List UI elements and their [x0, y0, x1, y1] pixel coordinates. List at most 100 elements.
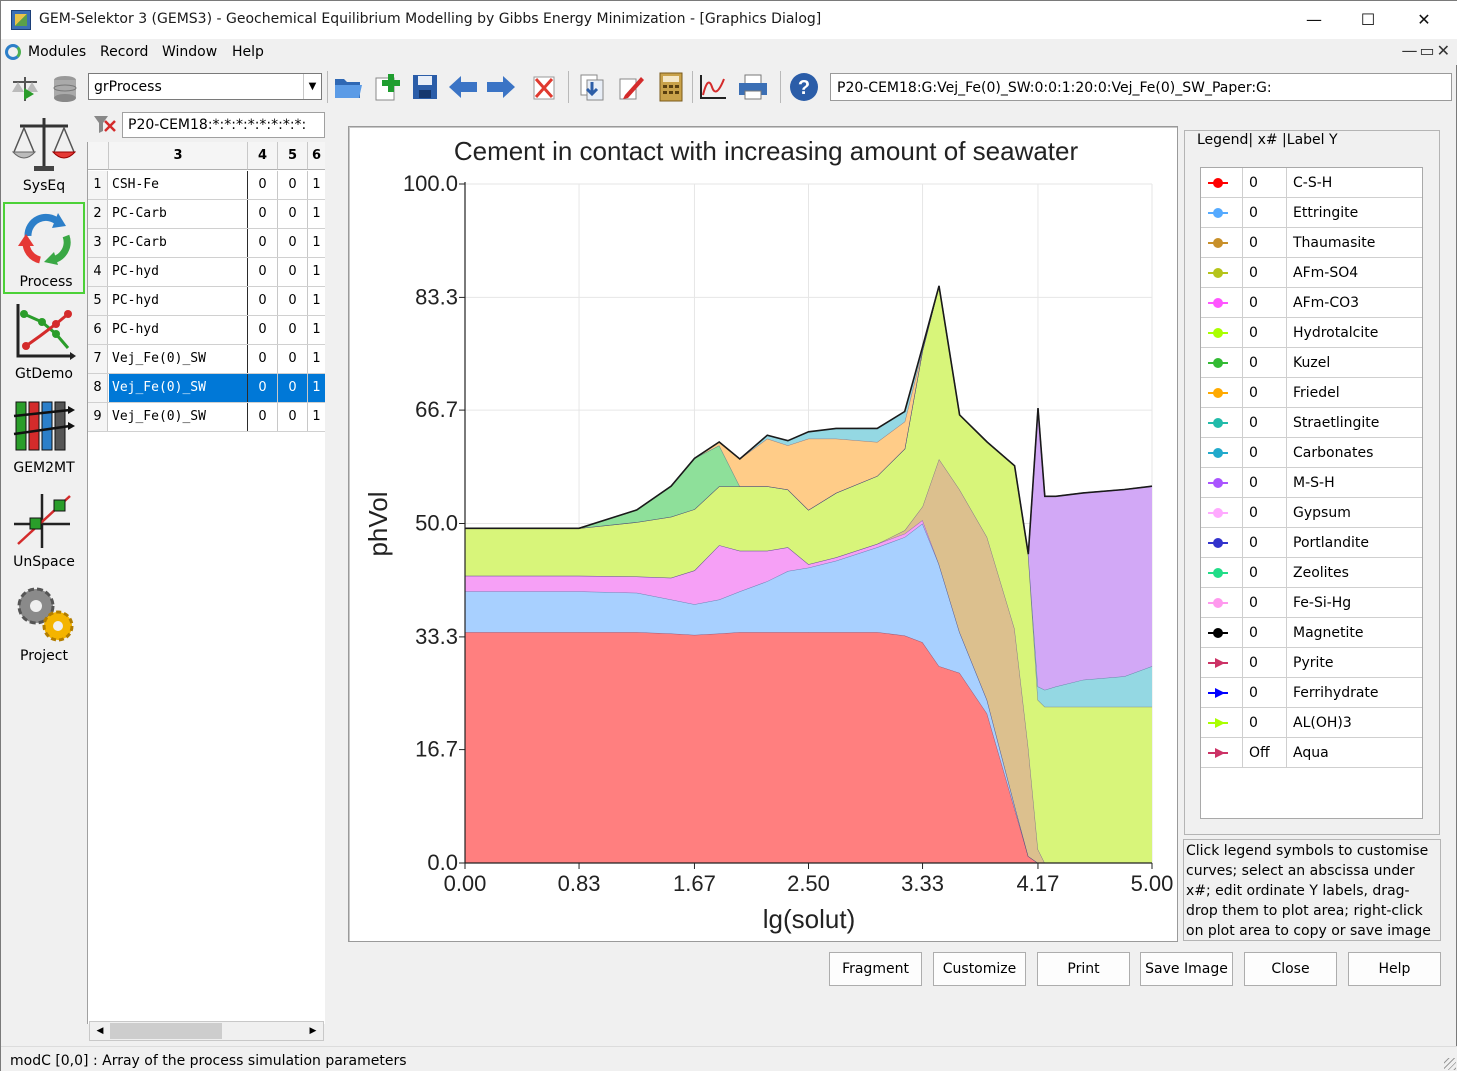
record-name-cell[interactable]: Vej_Fe(0)_SW — [109, 374, 248, 402]
legend-table[interactable]: 0 C-S-H 0 Ettringite 0 Thaumasite 0 AFm-SO4 0 AFm… — [1200, 167, 1423, 819]
record-value-cell[interactable]: 0 — [278, 403, 308, 431]
close-button[interactable]: Close — [1244, 952, 1337, 986]
legend-abscissa[interactable]: 0 — [1244, 618, 1287, 648]
record-name-cell[interactable]: Vej_Fe(0)_SW — [109, 403, 248, 431]
database-icon[interactable] — [49, 73, 81, 105]
table-row[interactable]: 3 PC-Carb 0 0 1 — [88, 229, 325, 258]
corner-header[interactable] — [88, 142, 109, 170]
legend-label[interactable]: AFm-CO3 — [1288, 288, 1421, 318]
legend-label[interactable]: Ferrihydrate — [1288, 678, 1421, 708]
record-value-cell[interactable]: 1 — [308, 403, 325, 431]
legend-abscissa[interactable]: 0 — [1244, 678, 1287, 708]
record-value-cell[interactable]: 1 — [308, 374, 325, 402]
legend-row[interactable]: 0 Portlandite — [1201, 528, 1422, 558]
legend-symbol[interactable] — [1201, 678, 1243, 708]
record-name-cell[interactable]: Vej_Fe(0)_SW — [109, 345, 248, 373]
legend-symbol[interactable] — [1201, 618, 1243, 648]
print-button[interactable]: Print — [1037, 952, 1130, 986]
legend-label[interactable]: Kuzel — [1288, 348, 1421, 378]
record-value-cell[interactable]: 0 — [248, 171, 278, 199]
legend-label[interactable]: Aqua — [1288, 738, 1421, 768]
table-row[interactable]: 4 PC-hyd 0 0 1 — [88, 258, 325, 287]
legend-abscissa[interactable]: 0 — [1244, 168, 1287, 198]
legend-label[interactable]: Thaumasite — [1288, 228, 1421, 258]
table-row[interactable]: 2 PC-Carb 0 0 1 — [88, 200, 325, 229]
minimize-button[interactable]: — — [1291, 1, 1337, 39]
record-filter-field[interactable]: P20-CEM18:*:*:*:*:*:*:*:*: — [122, 112, 325, 138]
legend-symbol[interactable] — [1201, 588, 1243, 618]
legend-label[interactable]: M-S-H — [1288, 468, 1421, 498]
module-project[interactable]: Project — [3, 578, 85, 670]
legend-row[interactable]: Off Aqua — [1201, 738, 1422, 768]
legend-symbol[interactable] — [1201, 468, 1243, 498]
row-number[interactable]: 3 — [88, 229, 108, 257]
row-number[interactable]: 4 — [88, 258, 108, 286]
edit-icon[interactable] — [615, 71, 647, 103]
legend-symbol[interactable] — [1201, 528, 1243, 558]
legend-symbol[interactable] — [1201, 408, 1243, 438]
record-name-cell[interactable]: PC-hyd — [109, 287, 248, 315]
open-folder-icon[interactable] — [332, 71, 364, 103]
record-value-cell[interactable]: 0 — [248, 287, 278, 315]
legend-row[interactable]: 0 Zeolites — [1201, 558, 1422, 588]
scroll-thumb[interactable] — [110, 1023, 222, 1039]
record-value-cell[interactable]: 1 — [308, 258, 325, 286]
horizontal-scrollbar[interactable]: ◀ ▶ — [89, 1021, 324, 1041]
legend-row[interactable]: 0 Friedel — [1201, 378, 1422, 408]
legend-row[interactable]: 0 Kuzel — [1201, 348, 1422, 378]
row-number[interactable]: 1 — [88, 171, 108, 199]
legend-label[interactable]: Hydrotalcite — [1288, 318, 1421, 348]
import-icon[interactable] — [576, 71, 608, 103]
legend-label[interactable]: Fe-Si-Hg — [1288, 588, 1421, 618]
fragment-button[interactable]: Fragment — [829, 952, 922, 986]
help-button[interactable]: Help — [1348, 952, 1441, 986]
module-process[interactable]: Process — [3, 202, 85, 294]
legend-abscissa[interactable]: 0 — [1244, 348, 1287, 378]
record-value-cell[interactable]: 1 — [308, 345, 325, 373]
record-grid[interactable]: 3 4 5 6 1 CSH-Fe 0 0 1 2 PC-Carb 0 0 1 3 PC-Carb 0 0 1… — [87, 142, 325, 1024]
legend-row[interactable]: 0 M-S-H — [1201, 468, 1422, 498]
legend-abscissa[interactable]: 0 — [1244, 318, 1287, 348]
record-value-cell[interactable]: 0 — [278, 229, 308, 257]
legend-label[interactable]: Zeolites — [1288, 558, 1421, 588]
legend-abscissa[interactable]: Off — [1244, 738, 1287, 768]
column-header[interactable]: 6 — [308, 142, 325, 170]
record-value-cell[interactable]: 1 — [308, 171, 325, 199]
legend-symbol[interactable] — [1201, 558, 1243, 588]
mdi-window-controls[interactable]: —▭✕ — [1401, 41, 1452, 60]
legend-row[interactable]: 0 Ettringite — [1201, 198, 1422, 228]
close-window-button[interactable]: ✕ — [1401, 1, 1447, 39]
resize-grip[interactable] — [1444, 1058, 1456, 1070]
record-value-cell[interactable]: 1 — [308, 200, 325, 228]
module-sysEq[interactable]: SysEq — [3, 108, 85, 200]
legend-symbol[interactable] — [1201, 318, 1243, 348]
legend-symbol[interactable] — [1201, 438, 1243, 468]
legend-symbol[interactable] — [1201, 168, 1243, 198]
record-name-cell[interactable]: PC-hyd — [109, 258, 248, 286]
save-image-button[interactable]: Save Image — [1140, 952, 1233, 986]
record-name-cell[interactable]: PC-Carb — [109, 229, 248, 257]
record-value-cell[interactable]: 0 — [248, 229, 278, 257]
legend-label[interactable]: AFm-SO4 — [1288, 258, 1421, 288]
row-number[interactable]: 6 — [88, 316, 108, 344]
row-number[interactable]: 9 — [88, 403, 108, 431]
legend-abscissa[interactable]: 0 — [1244, 648, 1287, 678]
legend-row[interactable]: 0 Gypsum — [1201, 498, 1422, 528]
legend-abscissa[interactable]: 0 — [1244, 588, 1287, 618]
legend-label[interactable]: Straetlingite — [1288, 408, 1421, 438]
row-number[interactable]: 7 — [88, 345, 108, 373]
filter-icon[interactable] — [90, 113, 118, 137]
table-row[interactable]: 1 CSH-Fe 0 0 1 — [88, 171, 325, 200]
table-row[interactable]: 5 PC-hyd 0 0 1 — [88, 287, 325, 316]
legend-abscissa[interactable]: 0 — [1244, 408, 1287, 438]
legend-label[interactable]: Ettringite — [1288, 198, 1421, 228]
legend-symbol[interactable] — [1201, 648, 1243, 678]
legend-symbol[interactable] — [1201, 738, 1243, 768]
legend-row[interactable]: 0 Fe-Si-Hg — [1201, 588, 1422, 618]
graph-icon[interactable] — [697, 71, 729, 103]
row-number[interactable]: 5 — [88, 287, 108, 315]
record-value-cell[interactable]: 0 — [278, 316, 308, 344]
record-value-cell[interactable]: 0 — [278, 171, 308, 199]
module-gem2mt[interactable]: GEM2MT — [3, 390, 85, 482]
menu-modules[interactable]: Modules — [28, 44, 86, 60]
